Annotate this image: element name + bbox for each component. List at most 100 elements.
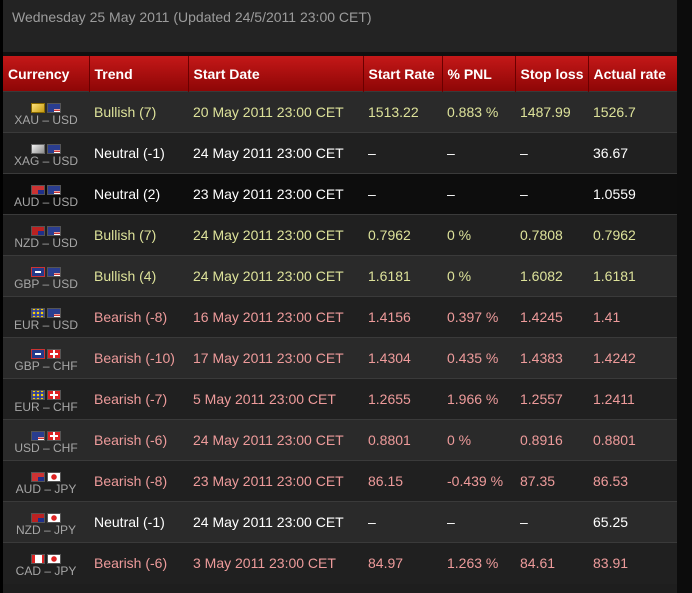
col-header-actual-rate[interactable]: Actual rate xyxy=(588,56,677,92)
start-date-cell: 5 May 2011 23:00 CET xyxy=(188,378,363,420)
currency-flags xyxy=(3,304,89,318)
col-header-currency[interactable]: Currency xyxy=(3,56,90,92)
currency-cell: EUR – CHF xyxy=(3,378,89,420)
actual-rate-cell: 36.67 xyxy=(588,132,677,174)
col-header-start-rate[interactable]: Start Rate xyxy=(363,56,443,92)
currency-cell: CAD – JPY xyxy=(3,542,89,584)
stop-loss-cell: 1.4245 xyxy=(515,296,588,338)
start-date-cell: 24 May 2011 23:00 CET xyxy=(188,255,363,297)
trend-cell: Neutral (2) xyxy=(89,173,188,215)
actual-rate-cell: 1526.7 xyxy=(588,91,677,133)
start-date-cell: 24 May 2011 23:00 CET xyxy=(188,419,363,461)
currency-flags xyxy=(3,509,89,523)
start-date-cell: 24 May 2011 23:00 CET xyxy=(188,132,363,174)
trend-cell: Bearish (-10) xyxy=(89,337,188,379)
silver-bar-icon xyxy=(31,143,45,154)
us-flag-icon xyxy=(47,184,61,195)
table-row: NZD – USD Bullish (7) 24 May 2011 23:00 CE… xyxy=(3,214,677,256)
col-header-trend[interactable]: Trend xyxy=(89,56,189,92)
start-date-cell: 17 May 2011 23:00 CET xyxy=(188,337,363,379)
start-rate-cell: 84.97 xyxy=(363,542,442,584)
start-rate-cell: – xyxy=(363,132,442,174)
table-row: GBP – CHF Bearish (-10) 17 May 2011 23:00 … xyxy=(3,337,677,379)
trend-cell: Neutral (-1) xyxy=(89,501,188,543)
ch-flag-icon xyxy=(47,430,61,441)
currency-pair-label: USD – CHF xyxy=(14,440,78,455)
currency-flags xyxy=(3,181,89,195)
currency-pair-label: NZD – JPY xyxy=(15,522,76,537)
actual-rate-cell: 1.0559 xyxy=(588,173,677,215)
currency-flags xyxy=(3,222,89,236)
stop-loss-cell: 1487.99 xyxy=(515,91,588,133)
actual-rate-cell: 1.4242 xyxy=(588,337,677,379)
ca-flag-icon xyxy=(31,554,45,565)
table-row: EUR – CHF Bearish (-7) 5 May 2011 23:00 CE… xyxy=(3,378,677,420)
currency-flags xyxy=(3,263,89,277)
pnl-cell: – xyxy=(442,132,515,174)
trend-cell: Bullish (7) xyxy=(89,91,188,133)
pnl-cell: 0.435 % xyxy=(442,337,515,379)
currency-flags xyxy=(3,468,89,482)
trend-cell: Bearish (-6) xyxy=(89,419,188,461)
actual-rate-cell: 83.91 xyxy=(588,542,677,584)
pnl-cell: 0 % xyxy=(442,255,515,297)
currency-cell: AUD – USD xyxy=(3,173,89,215)
stop-loss-cell: 1.4383 xyxy=(515,337,588,379)
table-row: GBP – USD Bullish (4) 24 May 2011 23:00 CE… xyxy=(3,255,677,297)
currency-cell: XAU – USD xyxy=(3,91,89,133)
us-flag-icon xyxy=(47,225,61,236)
stop-loss-cell: – xyxy=(515,501,588,543)
actual-rate-cell: 65.25 xyxy=(588,501,677,543)
ch-flag-icon xyxy=(47,389,61,400)
update-date: Wednesday 25 May 2011 (Updated 24/5/2011… xyxy=(12,9,372,25)
start-rate-cell: 0.8801 xyxy=(363,419,442,461)
currency-cell: GBP – USD xyxy=(3,255,89,297)
currency-pair-label: CAD – JPY xyxy=(15,563,77,578)
stop-loss-cell: – xyxy=(515,173,588,215)
col-header-stop-loss[interactable]: Stop loss xyxy=(515,56,589,92)
trend-cell: Bullish (4) xyxy=(89,255,188,297)
currency-flags xyxy=(3,386,89,400)
start-rate-cell: 1.4304 xyxy=(363,337,442,379)
trend-cell: Bullish (7) xyxy=(89,214,188,256)
actual-rate-cell: 86.53 xyxy=(588,460,677,502)
stop-loss-cell: 0.8916 xyxy=(515,419,588,461)
currency-cell: NZD – USD xyxy=(3,214,89,256)
actual-rate-cell: 1.41 xyxy=(588,296,677,338)
currency-pair-label: NZD – USD xyxy=(14,235,78,250)
start-date-cell: 3 May 2011 23:00 CET xyxy=(188,542,363,584)
col-header-pnl[interactable]: % PNL xyxy=(442,56,516,92)
trend-cell: Bearish (-8) xyxy=(89,296,188,338)
stop-loss-cell: 84.61 xyxy=(515,542,588,584)
currency-pair-label: GBP – CHF xyxy=(14,358,78,373)
pnl-cell: 1.966 % xyxy=(442,378,515,420)
start-date-cell: 24 May 2011 23:00 CET xyxy=(188,214,363,256)
start-rate-cell: 86.15 xyxy=(363,460,442,502)
currency-pair-label: XAU – USD xyxy=(14,112,78,127)
stop-loss-cell: 1.6082 xyxy=(515,255,588,297)
eu-flag-icon xyxy=(31,389,45,400)
pnl-cell: – xyxy=(442,501,515,543)
gold-bar-icon xyxy=(31,102,45,113)
currency-pair-label: AUD – JPY xyxy=(15,481,77,496)
currency-cell: GBP – CHF xyxy=(3,337,89,379)
jp-flag-icon xyxy=(47,512,61,523)
stop-loss-cell: – xyxy=(515,132,588,174)
stop-loss-cell: 1.2557 xyxy=(515,378,588,420)
table-body: XAU – USD Bullish (7) 20 May 2011 23:00 CE… xyxy=(3,91,677,584)
actual-rate-cell: 1.6181 xyxy=(588,255,677,297)
currency-flags xyxy=(3,140,89,154)
start-rate-cell: – xyxy=(363,173,442,215)
currency-pair-label: XAG – USD xyxy=(13,153,79,168)
ch-flag-icon xyxy=(47,348,61,359)
eu-flag-icon xyxy=(31,307,45,318)
pnl-cell: -0.439 % xyxy=(442,460,515,502)
nz-flag-icon xyxy=(31,512,45,523)
table-row: EUR – USD Bearish (-8) 16 May 2011 23:00 C… xyxy=(3,296,677,338)
table-row: USD – CHF Bearish (-6) 24 May 2011 23:00 C… xyxy=(3,419,677,461)
trend-cell: Neutral (-1) xyxy=(89,132,188,174)
pnl-cell: 0.397 % xyxy=(442,296,515,338)
col-header-start-date[interactable]: Start Date xyxy=(188,56,364,92)
start-rate-cell: – xyxy=(363,501,442,543)
currency-cell: AUD – JPY xyxy=(3,460,89,502)
